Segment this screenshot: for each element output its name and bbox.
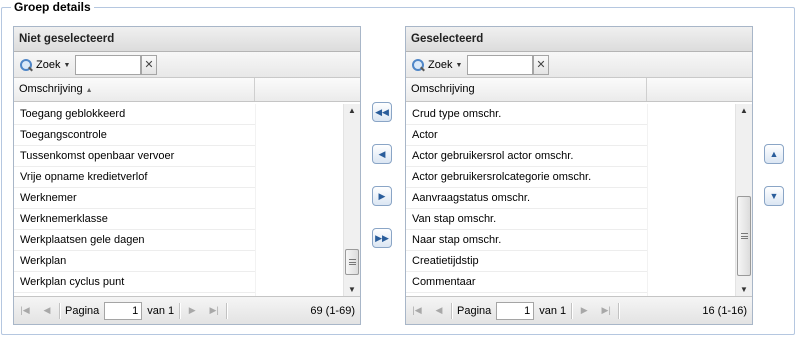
grid-toolbar: Zoek ▼ ✕ [14,52,360,78]
vertical-scrollbar[interactable]: ▲ ▼ [735,104,752,297]
caret-down-icon: ▼ [63,61,71,69]
fieldset-legend: Groep details [11,0,94,14]
grip-icon [741,233,748,239]
right-arrow-icon: ▶ [378,190,386,201]
column-header-label: Omschrijving [411,83,475,95]
scroll-up-icon[interactable]: ▲ [736,104,752,118]
table-row[interactable]: Van stap omschr. [406,209,647,230]
prev-page-icon[interactable]: ◀ [432,305,446,316]
search-icon [20,58,33,72]
search-menu-label: Zoek [36,59,61,71]
next-page-icon[interactable]: ▶ [577,305,591,316]
scroll-down-icon[interactable]: ▼ [736,283,752,297]
clear-search-button[interactable]: ✕ [141,55,157,75]
table-row[interactable]: Vrije opname kredietverlof [14,167,255,188]
separator [571,302,573,319]
table-row[interactable]: Werkplan [14,251,255,272]
column-header-row: Omschrijving ▲ [14,78,360,102]
caret-down-icon: ▼ [455,61,463,69]
separator [451,302,452,319]
clear-search-button[interactable]: ✕ [533,55,549,75]
pager-toolbar: |◀ ◀ Pagina van 1 ▶ ▶| 69 (1-69) [14,296,360,324]
table-row[interactable]: Werknemer [14,188,255,209]
column-header-omschrijving[interactable]: Omschrijving ▲ [14,78,255,101]
page-count-label: van 1 [539,304,567,317]
column-header-row: Omschrijving [406,78,752,102]
table-row[interactable]: Actor [406,125,647,146]
search-input[interactable] [75,55,141,75]
search-menu-button[interactable]: Zoek ▼ [410,56,464,74]
close-icon: ✕ [536,59,546,71]
table-row[interactable]: Toegang geblokkeerd [14,104,255,125]
last-page-icon[interactable]: ▶| [207,305,221,316]
table-row[interactable]: Werkplan cyclus punt [14,272,255,293]
table-row[interactable]: Toegangscontrole [14,125,255,146]
scroll-up-icon[interactable]: ▲ [344,104,360,118]
move-all-right-button[interactable]: ▶▶ [372,228,392,248]
scrollbar-thumb[interactable] [345,249,359,275]
table-row[interactable]: Tussenkomst openbaar vervoer [14,146,255,167]
down-arrow-icon: ▼ [769,190,779,201]
pager-toolbar: |◀ ◀ Pagina van 1 ▶ ▶| 16 (1-16) [406,296,752,324]
page-count-label: van 1 [147,304,175,317]
page-number-input[interactable] [104,301,143,320]
grid-body: Toegang geblokkeerd Toegangscontrole Tusse… [14,104,360,297]
sort-ascending-icon: ▲ [85,87,93,94]
column-header-label: Omschrijving [19,83,83,95]
move-right-button[interactable]: ▶ [372,186,392,206]
grid-title: Geselecteerd [406,27,752,52]
first-page-icon[interactable]: |◀ [410,305,424,316]
scroll-down-icon[interactable]: ▼ [344,283,360,297]
table-row[interactable]: Werknemerklasse [14,209,255,230]
vertical-scrollbar[interactable]: ▲ ▼ [343,104,360,297]
search-input[interactable] [467,55,533,75]
page-label: Pagina [457,304,492,317]
empty-column [255,104,343,297]
move-all-left-button[interactable]: ◀◀ [372,102,392,122]
separator [226,302,228,319]
table-row[interactable]: Aanvraagstatus omschr. [406,188,647,209]
table-row[interactable]: Werkplaatsen gele dagen [14,230,255,251]
empty-column [647,104,735,297]
search-menu-label: Zoek [428,59,453,71]
next-page-icon[interactable]: ▶ [185,305,199,316]
double-right-arrow-icon: ▶▶ [375,232,389,243]
page-label: Pagina [65,304,100,317]
unselected-grid: Niet geselecteerd Zoek ▼ ✕ Omschrijving ▲… [13,26,361,325]
grid-body: Crud type omschr. Actor Actor gebruikersro… [406,104,752,297]
table-row[interactable]: Creatietijdstip [406,251,647,272]
prev-page-icon[interactable]: ◀ [40,305,54,316]
first-page-icon[interactable]: |◀ [18,305,32,316]
up-arrow-icon: ▲ [769,148,779,159]
double-left-arrow-icon: ◀◀ [375,106,389,117]
paging-info: 69 (1-69) [310,304,355,317]
grid-toolbar: Zoek ▼ ✕ [406,52,752,78]
selected-grid: Geselecteerd Zoek ▼ ✕ Omschrijving Crud … [405,26,753,325]
grid-title: Niet geselecteerd [14,27,360,52]
move-left-button[interactable]: ◀ [372,144,392,164]
last-page-icon[interactable]: ▶| [599,305,613,316]
table-row[interactable]: Crud type omschr. [406,104,647,125]
column-header-omschrijving[interactable]: Omschrijving [406,78,647,101]
scrollbar-thumb[interactable] [737,196,751,276]
search-menu-button[interactable]: Zoek ▼ [18,56,72,74]
left-arrow-icon: ◀ [378,148,386,159]
grip-icon [349,259,356,265]
table-row[interactable]: Actor gebruikersrol actor omschr. [406,146,647,167]
close-icon: ✕ [144,59,154,71]
separator [618,302,620,319]
table-row[interactable]: Actor gebruikersrolcategorie omschr. [406,167,647,188]
separator [179,302,181,319]
move-up-button[interactable]: ▲ [764,144,784,164]
separator [59,302,60,319]
page-number-input[interactable] [496,301,535,320]
search-icon [412,58,425,72]
table-row[interactable]: Commentaar [406,272,647,293]
move-down-button[interactable]: ▼ [764,186,784,206]
table-row[interactable]: Naar stap omschr. [406,230,647,251]
paging-info: 16 (1-16) [702,304,747,317]
